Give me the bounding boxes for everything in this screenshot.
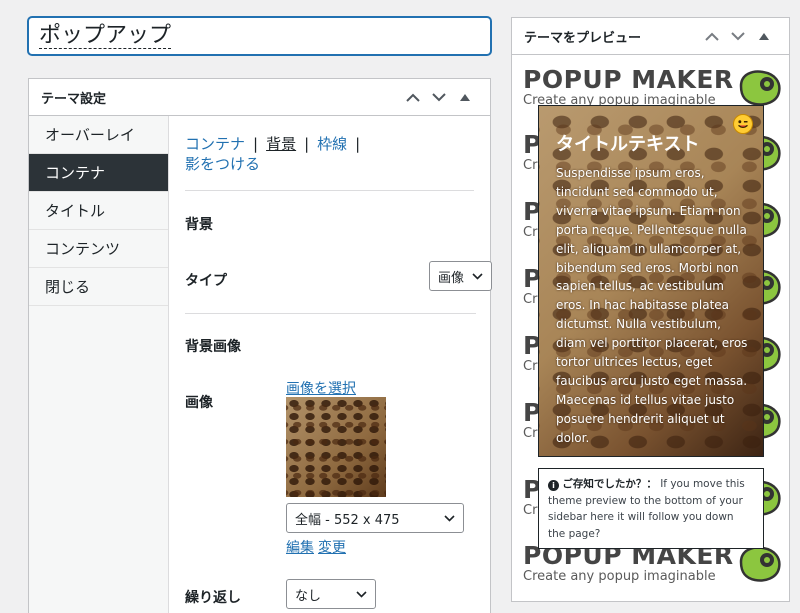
theme-preview-title: テーマをプレビュー (524, 30, 642, 46)
repeat-select[interactable]: なし (286, 579, 376, 609)
edit-image-link[interactable]: 編集 (286, 537, 314, 557)
subnav-separator: | (355, 135, 361, 153)
post-title-input[interactable]: ポップアップ (28, 17, 491, 55)
settings-panel: コンテナ | 背景 | 枠線 | 影をつける 背景 タイプ 画像 背景画像 画像 画像を選… (185, 116, 492, 613)
background-image-heading: 背景画像 (185, 339, 241, 355)
theme-settings-title: テーマ設定 (41, 91, 107, 107)
popup-title: タイトルテキスト (556, 134, 700, 155)
chevron-down-icon[interactable] (426, 92, 452, 102)
repeat-select-value: なし (295, 588, 322, 604)
tab-content[interactable]: コンテンツ (29, 230, 168, 268)
chevron-down-icon[interactable] (725, 31, 751, 41)
settings-tabs: オーバーレイ コンテナ タイトル コンテンツ 閉じる (29, 116, 169, 613)
subnav-border-link[interactable]: 枠線 (317, 135, 347, 153)
info-icon: i (548, 480, 559, 491)
popup-maker-logo-icon (739, 546, 781, 582)
chevron-down-icon (444, 514, 455, 522)
popup-content: Suspendisse ipsum eros, tincidunt sed co… (556, 166, 748, 445)
collapse-triangle-icon[interactable] (751, 32, 777, 40)
select-image-link[interactable]: 画像を選択 (286, 378, 356, 398)
subnav-separator: | (304, 135, 310, 153)
image-size-select[interactable]: 全幅 - 552 x 475 (286, 503, 464, 533)
tab-container[interactable]: コンテナ (29, 154, 168, 192)
tab-overlay[interactable]: オーバーレイ (29, 116, 168, 154)
image-label: 画像 (185, 395, 213, 411)
subnav-background-link[interactable]: 背景 (266, 135, 296, 153)
did-you-know-tip: i ご存知でしたか？： If you move this theme previ… (538, 468, 764, 549)
type-label: タイプ (185, 273, 227, 289)
subsection-nav: コンテナ | 背景 | 枠線 | 影をつける (185, 116, 474, 191)
subnav-shadow-link[interactable]: 影をつける (185, 155, 260, 173)
chevron-down-icon (472, 272, 483, 280)
tab-close[interactable]: 閉じる (29, 268, 168, 306)
subnav-separator: | (253, 135, 259, 153)
popup-maker-logo-icon (739, 70, 781, 106)
chevron-down-icon (356, 590, 367, 598)
chevron-up-icon[interactable] (699, 32, 725, 41)
background-heading: 背景 (185, 217, 213, 233)
popup-preview: タイトルテキスト Suspendisse ipsum eros, tincidu… (538, 105, 764, 457)
post-title-text: ポップアップ (39, 23, 172, 49)
collapse-triangle-icon[interactable] (452, 93, 478, 101)
background-image-thumbnail[interactable] (286, 397, 386, 497)
tab-title[interactable]: タイトル (29, 192, 168, 230)
theme-settings-header: テーマ設定 (29, 79, 490, 116)
divider (185, 313, 476, 314)
change-image-link[interactable]: 変更 (318, 537, 346, 557)
image-size-value: 全幅 - 552 x 475 (295, 512, 400, 528)
type-select-value: 画像 (438, 270, 465, 286)
subnav-container-link[interactable]: コンテナ (185, 135, 245, 153)
theme-settings-box: テーマ設定 オーバーレイ コンテナ タイトル コンテンツ 閉じる コンテナ | 背景… (28, 78, 492, 613)
theme-preview-header: テーマをプレビュー (512, 18, 789, 55)
repeat-label: 繰り返し (185, 590, 241, 606)
type-select[interactable]: 画像 (429, 261, 492, 291)
chevron-up-icon[interactable] (400, 93, 426, 102)
close-emoji-icon[interactable] (733, 114, 753, 134)
tip-heading: ご存知でしたか？： (562, 478, 657, 490)
